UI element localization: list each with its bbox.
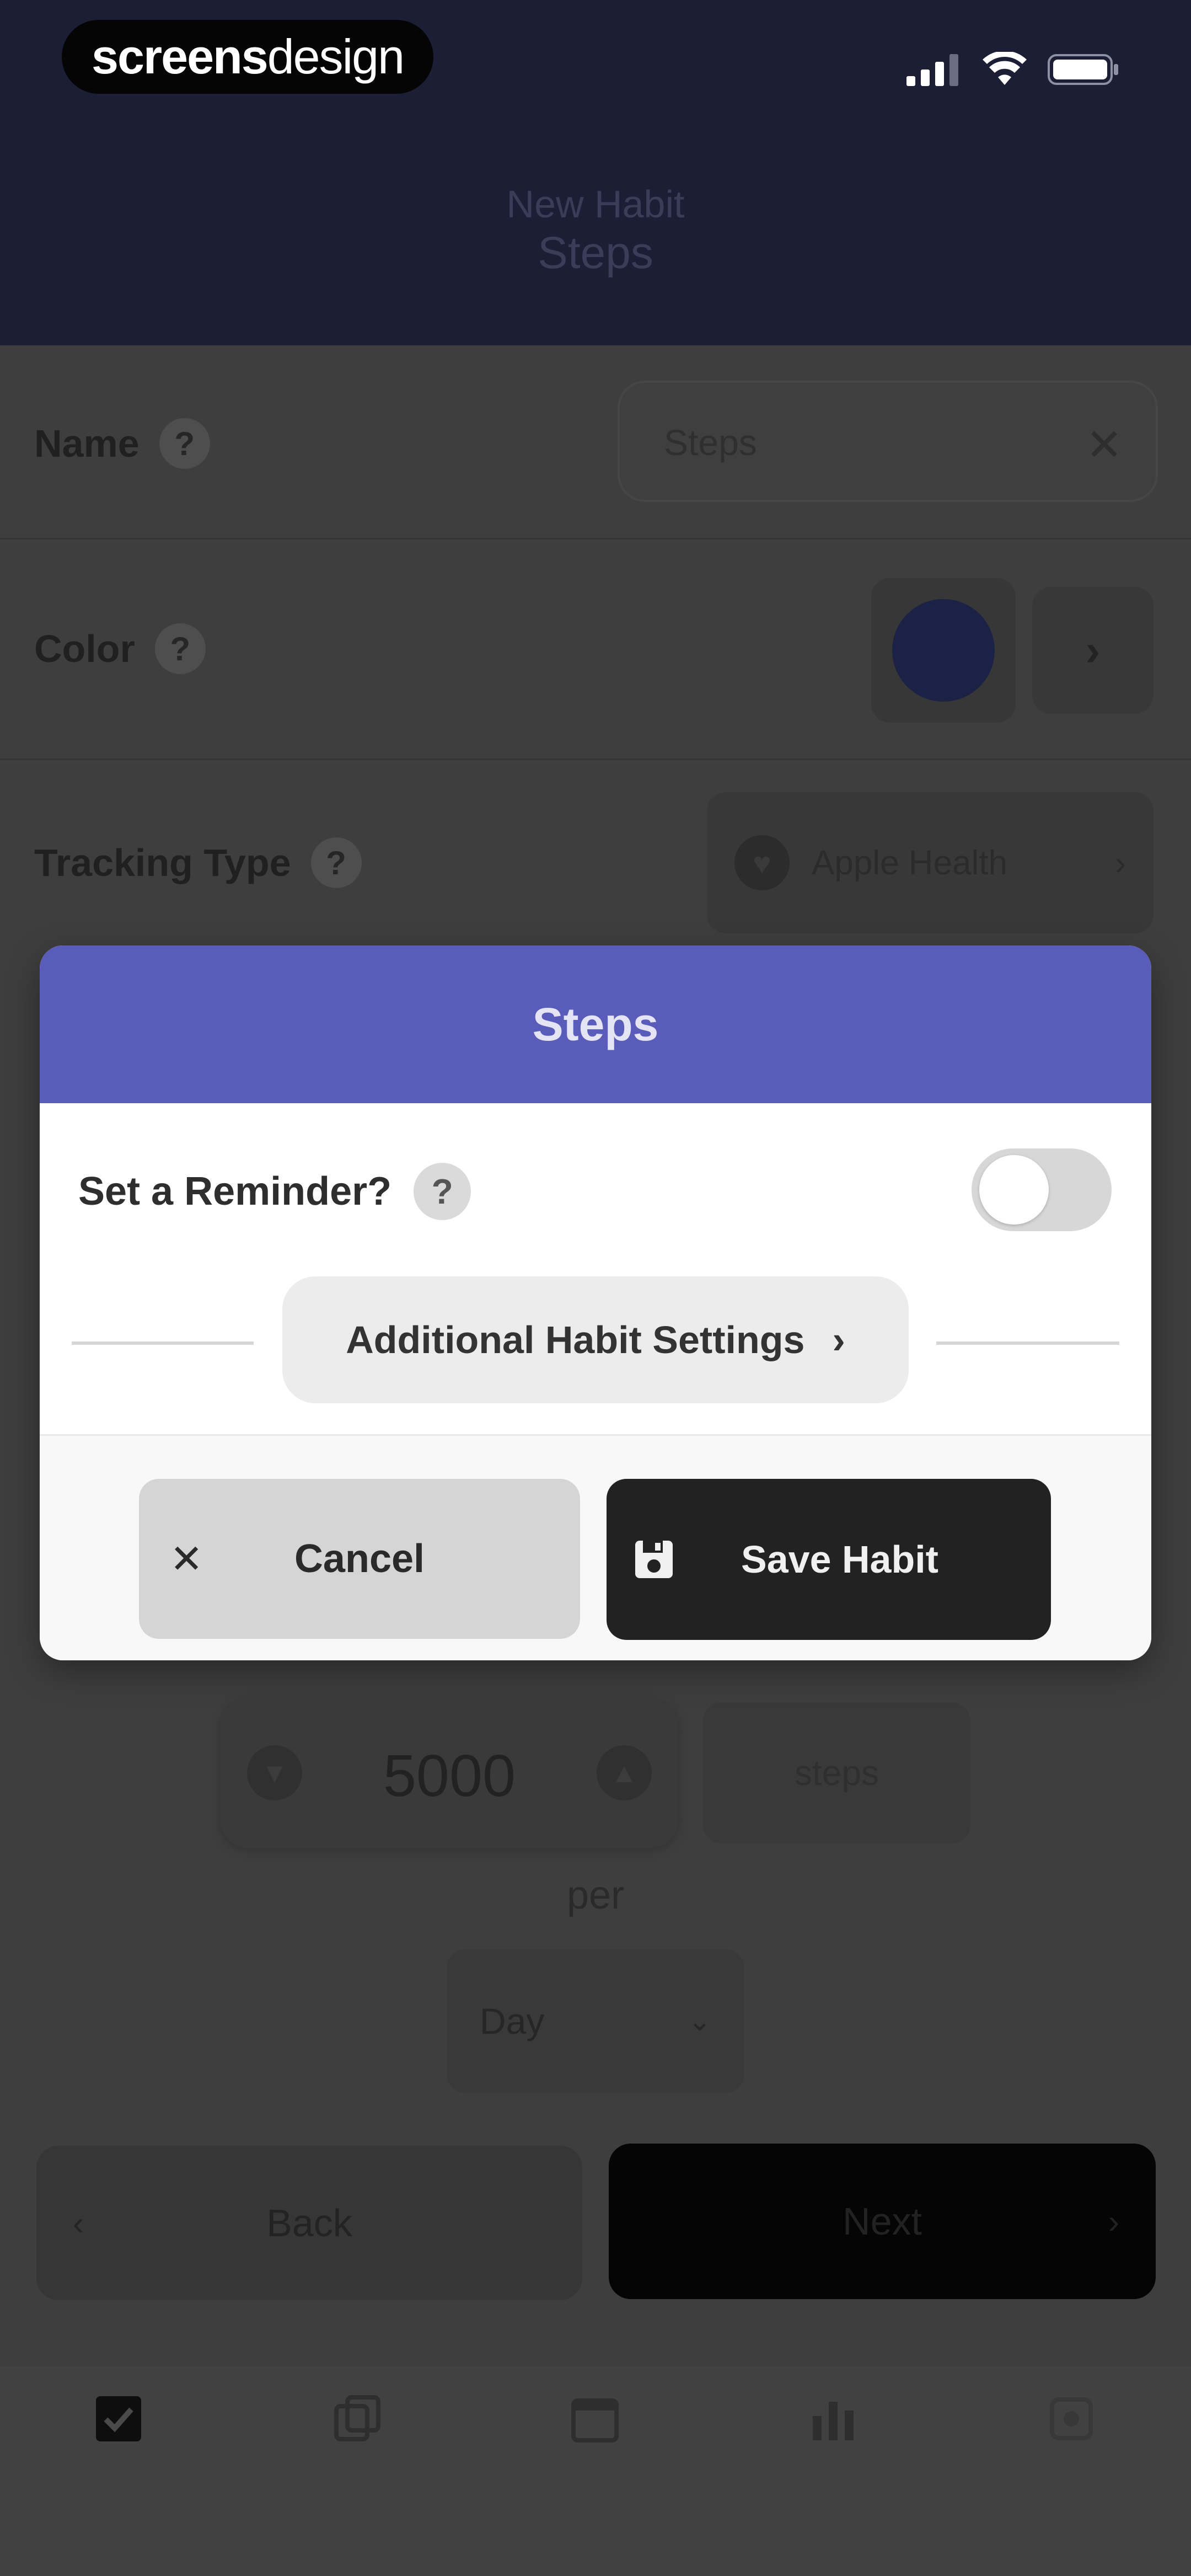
period-select[interactable]: Day ⌄	[447, 1949, 744, 2093]
save-icon	[633, 1538, 675, 1589]
modal-footer: ✕ Cancel Save Habit	[40, 1434, 1151, 1660]
additional-settings-label: Additional Habit Settings	[346, 1318, 805, 1361]
divider	[936, 1342, 1119, 1345]
reminder-toggle[interactable]	[972, 1148, 1112, 1231]
next-button[interactable]: Next ›	[609, 2144, 1156, 2299]
divider	[0, 538, 1191, 539]
goal-stepper[interactable]: ▼ 5000 ▲	[221, 1699, 678, 1848]
color-row: Color ?	[34, 623, 206, 674]
chevron-right-icon: ›	[832, 1318, 845, 1361]
name-input[interactable]: Steps ✕	[618, 381, 1158, 502]
wifi-icon	[983, 52, 1027, 85]
toggle-knob	[979, 1155, 1049, 1225]
chevron-left-icon: ‹	[73, 2204, 84, 2242]
color-picker-button[interactable]	[871, 578, 1016, 723]
tab-journal-icon[interactable]	[326, 2388, 387, 2449]
help-icon[interactable]: ?	[414, 1163, 471, 1220]
save-habit-button[interactable]: Save Habit	[607, 1479, 1051, 1640]
modal-title: Steps	[532, 998, 659, 1050]
per-label: per	[566, 1873, 625, 1917]
nav-overline: New Habit	[506, 183, 685, 226]
tab-stats-icon[interactable]	[803, 2388, 863, 2449]
additional-habit-settings-button[interactable]: Additional Habit Settings ›	[282, 1276, 909, 1403]
modal-header: Steps	[40, 945, 1151, 1103]
chevron-right-icon: ›	[1108, 2203, 1119, 2240]
chevron-right-icon: ›	[1115, 844, 1126, 881]
tab-habits-checkbox-icon[interactable]	[88, 2388, 149, 2449]
divider	[0, 758, 1191, 760]
color-label: Color	[34, 627, 135, 670]
tracking-type-value: Apple Health	[812, 843, 1008, 882]
back-button[interactable]: ‹ Back	[36, 2146, 582, 2300]
close-icon: ✕	[170, 1537, 203, 1581]
reminder-row: Set a Reminder? ?	[78, 1163, 471, 1220]
increment-button[interactable]: ▲	[597, 1745, 652, 1800]
heart-icon: ♥	[734, 835, 790, 890]
goal-unit-button[interactable]: steps	[703, 1702, 970, 1843]
help-icon[interactable]: ?	[154, 623, 206, 674]
name-input-value: Steps	[664, 422, 757, 463]
tracking-type-label: Tracking Type	[34, 841, 291, 884]
help-icon[interactable]: ?	[159, 418, 210, 469]
top-navigation-bar: screensdesign New Habit Steps	[0, 0, 1191, 345]
battery-icon	[1048, 54, 1118, 85]
habit-modal: Steps Set a Reminder? ? Additional Habit…	[40, 945, 1151, 1660]
tab-calendar-icon[interactable]	[565, 2388, 625, 2449]
status-bar-icons	[906, 47, 1119, 92]
chevron-right-icon[interactable]: ›	[1032, 587, 1154, 714]
clear-icon[interactable]: ✕	[1086, 419, 1123, 471]
help-icon[interactable]: ?	[310, 837, 362, 888]
tracking-type-row: Tracking Type ?	[34, 837, 362, 888]
cancel-button[interactable]: ✕ Cancel	[139, 1479, 580, 1639]
name-row: Name ?	[34, 418, 210, 469]
period-value: Day	[480, 2001, 545, 2041]
nav-title: Steps	[538, 228, 653, 278]
color-swatch	[892, 599, 995, 702]
name-label: Name	[34, 422, 140, 465]
tracking-type-button[interactable]: ♥ Apple Health ›	[707, 792, 1154, 933]
reminder-label: Set a Reminder?	[78, 1169, 392, 1214]
divider	[72, 1342, 254, 1345]
tab-settings-icon[interactable]	[1041, 2388, 1102, 2449]
cellular-signal-icon	[906, 54, 958, 86]
chevron-down-icon: ⌄	[688, 2006, 711, 2037]
brand-logo: screensdesign	[62, 20, 434, 94]
